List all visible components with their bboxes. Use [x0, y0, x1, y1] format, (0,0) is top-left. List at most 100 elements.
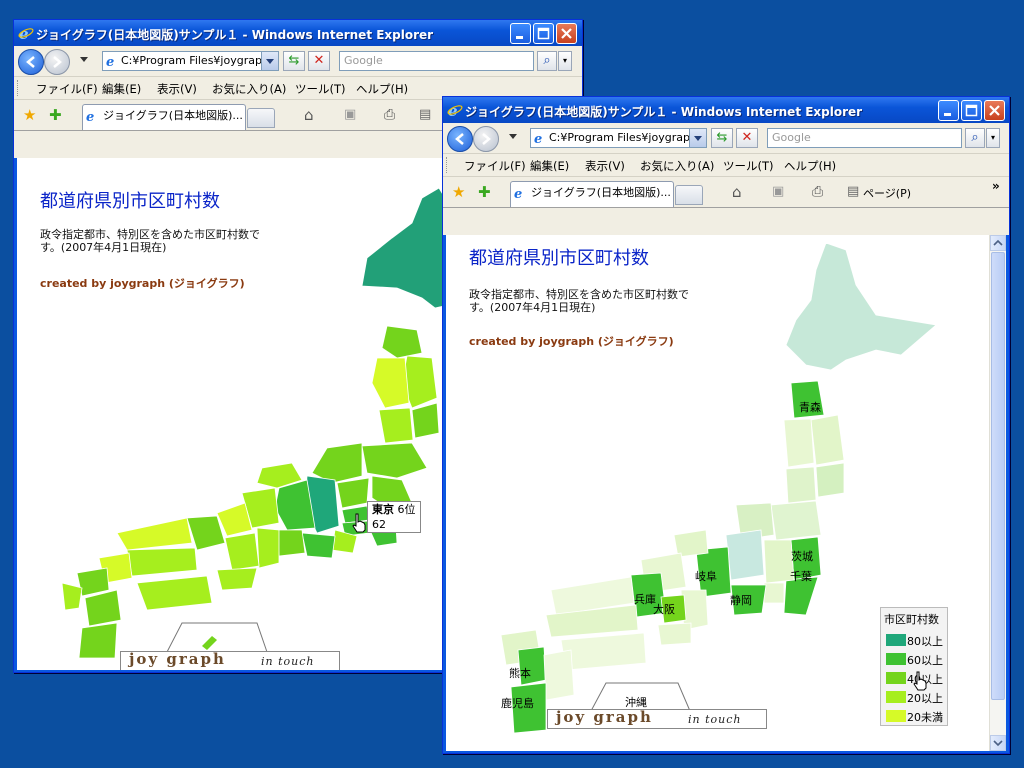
- new-tab-button[interactable]: [675, 185, 703, 205]
- tooltip-value: 62: [372, 518, 386, 531]
- feeds-icon[interactable]: ▣: [772, 184, 784, 200]
- menu-edit[interactable]: 編集(E): [102, 81, 141, 97]
- maximize-button[interactable]: [961, 100, 982, 121]
- map-region-akita: [371, 357, 410, 409]
- map-region-akita: [783, 418, 815, 468]
- map-region-yamagata: [785, 466, 817, 504]
- browser-chrome: e C:¥Program Files¥joygraph ⇆ ✕ Google ⌕…: [443, 123, 1009, 235]
- menu-view[interactable]: 表示(V): [157, 81, 197, 97]
- scroll-thumb[interactable]: [991, 252, 1005, 700]
- back-button[interactable]: [447, 126, 473, 152]
- svg-text:e: e: [534, 132, 542, 144]
- legend-label: 80以上: [907, 635, 943, 648]
- address-field[interactable]: e C:¥Program Files¥joygraph: [530, 128, 707, 148]
- maximize-button[interactable]: [533, 23, 554, 44]
- label-kumamoto: 熊本: [509, 667, 531, 680]
- add-favorite-icon[interactable]: ✚: [478, 184, 491, 200]
- menu-favorites[interactable]: お気に入り(A): [212, 81, 286, 97]
- menu-file[interactable]: ファイル(F): [36, 81, 98, 97]
- legend-label: 20以上: [907, 692, 943, 705]
- menu-favorites[interactable]: お気に入り(A): [640, 158, 714, 174]
- search-options-button[interactable]: ▾: [986, 128, 1000, 148]
- close-button[interactable]: [556, 23, 577, 44]
- map-region-fukushima: [361, 442, 428, 479]
- refresh-button[interactable]: ⇆: [711, 128, 733, 148]
- page-content: 都道府県別市区町村数 政令指定都市、特別区を含めた市区町村数で す。(2007年…: [446, 235, 989, 751]
- new-tab-button[interactable]: [247, 108, 275, 128]
- joygraph-logo: joy graph in touch: [120, 650, 340, 670]
- address-field[interactable]: e C:¥Program Files¥joygraph: [102, 51, 279, 71]
- menu-file[interactable]: ファイル(F): [464, 158, 526, 174]
- feeds-icon[interactable]: ▣: [344, 107, 356, 123]
- vertical-scrollbar[interactable]: [989, 235, 1006, 751]
- map-region-miyagi: [411, 402, 440, 439]
- search-input[interactable]: Google: [339, 51, 534, 71]
- address-dropdown[interactable]: [261, 52, 278, 70]
- address-dropdown[interactable]: [689, 129, 706, 147]
- print-icon[interactable]: ⎙: [384, 107, 395, 123]
- page-icon: e: [86, 110, 94, 122]
- map-region-nagano: [725, 529, 765, 581]
- map-region-shikoku: [136, 575, 213, 611]
- map-region-gunma: [336, 477, 370, 509]
- menu-tools[interactable]: ツール(T): [295, 81, 346, 97]
- menu-view[interactable]: 表示(V): [585, 158, 625, 174]
- legend-swatch: [886, 710, 906, 722]
- stop-button[interactable]: ✕: [736, 128, 758, 148]
- forward-button[interactable]: [473, 126, 499, 152]
- recent-pages-dropdown-icon[interactable]: [509, 134, 517, 139]
- print-icon[interactable]: ⎙: [812, 184, 823, 200]
- title-bar[interactable]: e ジョイグラフ(日本地図版)サンプル１ - Windows Internet …: [443, 97, 1009, 123]
- close-button[interactable]: [984, 100, 1005, 121]
- scroll-down-button[interactable]: [990, 735, 1006, 751]
- title-bar[interactable]: e ジョイグラフ(日本地図版)サンプル１ - Windows Internet …: [14, 20, 582, 46]
- address-text: C:¥Program Files¥joygraph: [121, 54, 269, 67]
- joygraph-logo: joy graph in touch: [547, 708, 767, 729]
- legend-swatch: [886, 672, 906, 684]
- home-icon[interactable]: ⌂: [304, 107, 314, 123]
- menu-tools[interactable]: ツール(T): [723, 158, 774, 174]
- favorites-star-icon[interactable]: ★: [23, 107, 36, 123]
- home-icon[interactable]: ⌂: [732, 184, 742, 200]
- search-button[interactable]: ⌕: [537, 51, 557, 71]
- search-button[interactable]: ⌕: [965, 128, 985, 148]
- tab-joygraph[interactable]: e ジョイグラフ(日本地図版)...: [510, 181, 674, 207]
- tooltip-pref: 東京: [372, 503, 394, 516]
- minimize-button[interactable]: [938, 100, 959, 121]
- legend-title: 市区町村数: [884, 613, 939, 626]
- hand-cursor-icon: [913, 671, 927, 691]
- tab-joygraph[interactable]: e ジョイグラフ(日本地図版)...: [82, 104, 246, 130]
- minimize-button[interactable]: [510, 23, 531, 44]
- favorites-star-icon[interactable]: ★: [452, 184, 465, 200]
- chevron-more-icon[interactable]: »: [992, 179, 1000, 193]
- hand-cursor-icon: [352, 513, 366, 533]
- search-options-button[interactable]: ▾: [558, 51, 572, 71]
- refresh-button[interactable]: ⇆: [283, 51, 305, 71]
- search-input[interactable]: Google: [767, 128, 962, 148]
- map-region-saga-nagasaki: [61, 582, 83, 611]
- menu-edit[interactable]: 編集(E): [530, 158, 569, 174]
- menu-help[interactable]: ヘルプ(H): [356, 81, 408, 97]
- page-menu-icon[interactable]: ▤: [847, 184, 859, 200]
- map-region-iwate: [810, 414, 845, 466]
- page-menu-label[interactable]: ページ(P): [863, 185, 911, 201]
- legend-item: 60以上: [881, 649, 947, 668]
- back-button[interactable]: [18, 49, 44, 75]
- legend-label: 60以上: [907, 654, 943, 667]
- map-region-miyagi: [815, 462, 845, 498]
- ie-window-2[interactable]: e ジョイグラフ(日本地図版)サンプル１ - Windows Internet …: [442, 96, 1010, 754]
- ie-logo-icon: e: [18, 25, 34, 41]
- page-icon: e: [106, 55, 114, 67]
- page-menu-icon[interactable]: ▤: [419, 107, 431, 123]
- recent-pages-dropdown-icon[interactable]: [80, 57, 88, 62]
- menu-help[interactable]: ヘルプ(H): [784, 158, 836, 174]
- forward-button[interactable]: [44, 49, 70, 75]
- scroll-up-button[interactable]: [990, 235, 1006, 251]
- add-favorite-icon[interactable]: ✚: [49, 107, 62, 123]
- label-shizuoka: 静岡: [730, 594, 752, 607]
- map-region-tottori-shimane: [116, 517, 193, 551]
- stop-button[interactable]: ✕: [308, 51, 330, 71]
- map-region-osaka-nara: [224, 532, 260, 571]
- map-region-wakayama: [216, 567, 258, 591]
- tooltip-rank: 6位: [397, 503, 416, 516]
